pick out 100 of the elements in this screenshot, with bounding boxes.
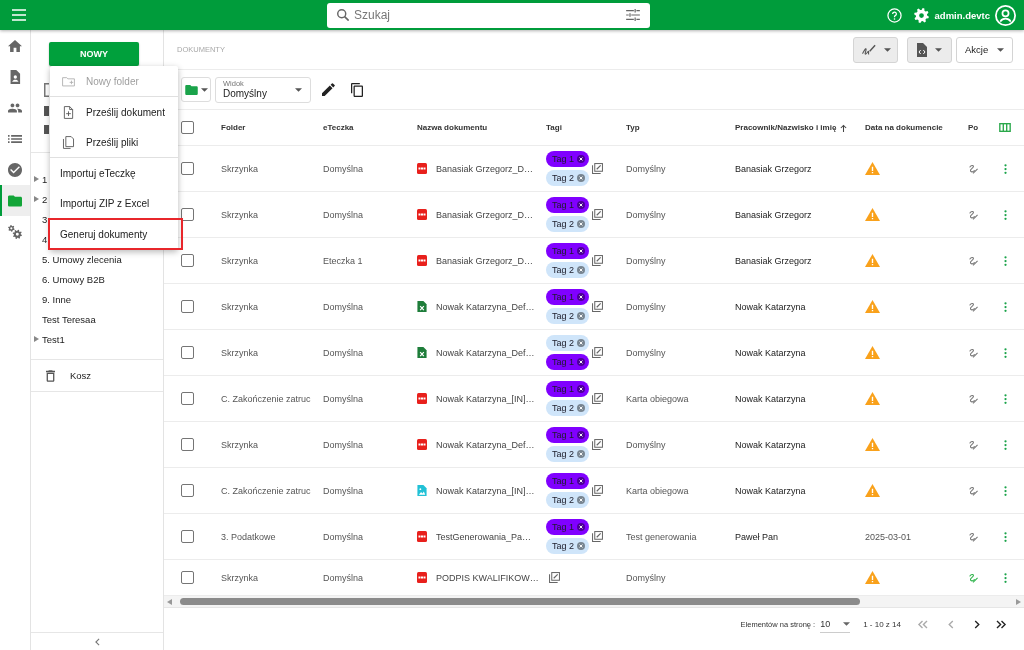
scroll-left-icon[interactable] <box>167 598 172 605</box>
edit-square-icon[interactable] <box>592 163 604 174</box>
menu-item[interactable]: Importuj eTeczkę <box>50 158 178 188</box>
last-page-icon[interactable] <box>996 619 1007 629</box>
signature-icon[interactable] <box>968 163 978 174</box>
menu-icon[interactable] <box>12 9 26 21</box>
tree-item[interactable]: 1 <box>42 173 48 185</box>
tree-item[interactable]: 5. Umowy zlecenia <box>42 253 122 265</box>
checkbox[interactable] <box>181 571 194 584</box>
remove-tag-icon[interactable] <box>577 523 586 531</box>
tag-chip[interactable]: Tag 2 <box>546 308 590 324</box>
signature-icon[interactable] <box>968 485 978 496</box>
nav-button[interactable] <box>0 185 30 216</box>
avatar-icon[interactable] <box>995 4 1016 26</box>
tag-chip[interactable]: Tag 2 <box>546 492 590 508</box>
edit-square-icon[interactable] <box>592 255 604 266</box>
copy-icon[interactable] <box>351 82 363 97</box>
signature-icon[interactable] <box>968 347 978 358</box>
checkbox[interactable] <box>181 254 194 267</box>
tree-item[interactable]: Test1 <box>42 333 65 345</box>
expand-arrow-icon[interactable] <box>34 196 39 202</box>
tag-chip[interactable]: Tag 2 <box>546 446 590 462</box>
actions-dropdown-button[interactable]: Akcje <box>956 36 1013 63</box>
more-icon[interactable] <box>1003 484 1007 497</box>
menu-item[interactable]: Generuj dokumenty <box>48 218 183 250</box>
scrollbar-thumb[interactable] <box>180 598 860 605</box>
document-name[interactable]: TestGenerowania_Pa… <box>436 531 532 542</box>
document-name[interactable]: Banasiak Grzegorz_D… <box>436 255 534 266</box>
remove-tag-icon[interactable] <box>577 155 586 163</box>
tag-chip[interactable]: Tag 2 <box>546 335 590 351</box>
remove-tag-icon[interactable] <box>577 385 586 393</box>
more-icon[interactable] <box>1003 438 1007 451</box>
tag-chip[interactable]: Tag 2 <box>546 538 590 554</box>
tag-chip[interactable]: Tag 2 <box>546 400 590 416</box>
edit-square-icon[interactable] <box>592 347 604 358</box>
remove-tag-icon[interactable] <box>577 293 586 301</box>
remove-tag-icon[interactable] <box>577 201 586 209</box>
edit-square-icon[interactable] <box>549 572 560 583</box>
tag-chip[interactable]: Tag 2 <box>546 216 590 232</box>
edit-square-icon[interactable] <box>592 439 604 450</box>
document-name[interactable]: Banasiak Grzegorz_D… <box>436 209 534 220</box>
edit-square-icon[interactable] <box>592 209 604 220</box>
more-icon[interactable] <box>1003 346 1007 359</box>
collapse-icon[interactable] <box>94 637 100 646</box>
document-name[interactable]: Nowak Katarzyna_Def… <box>436 347 535 358</box>
more-icon[interactable] <box>1003 392 1007 405</box>
columns-icon[interactable] <box>999 123 1011 132</box>
remove-tag-icon[interactable] <box>577 358 586 366</box>
checkbox[interactable] <box>181 162 194 175</box>
signature-icon[interactable] <box>968 301 978 312</box>
expand-arrow-icon[interactable] <box>34 176 39 182</box>
signature-icon[interactable] <box>968 572 978 583</box>
user-name[interactable]: admin.devtc <box>934 9 990 21</box>
tag-chip[interactable]: Tag 2 <box>546 170 590 186</box>
checkbox[interactable] <box>181 300 194 313</box>
page-size-select[interactable]: 10 <box>820 615 851 633</box>
edit-square-icon[interactable] <box>592 485 604 496</box>
signature-icon[interactable] <box>968 531 978 542</box>
checkbox[interactable] <box>181 208 194 221</box>
document-name[interactable]: Banasiak Grzegorz_D… <box>436 163 534 174</box>
folder-dropdown-button[interactable] <box>181 77 211 102</box>
document-name[interactable]: PODPIS KWALIFIKOW… <box>436 572 539 583</box>
edit-square-icon[interactable] <box>592 301 604 312</box>
edit-icon[interactable] <box>322 83 335 96</box>
menu-item[interactable]: Prześlij dokument <box>50 97 178 127</box>
settings-icon[interactable] <box>913 7 929 23</box>
search-field[interactable]: Szukaj <box>327 2 650 28</box>
menu-item[interactable]: Prześlij pliki <box>50 127 178 157</box>
tree-item[interactable]: Test Teresaa <box>42 313 96 325</box>
column-header[interactable]: Tagi <box>546 123 562 132</box>
edit-square-icon[interactable] <box>592 531 604 542</box>
tree-item[interactable]: 3 <box>42 213 48 225</box>
signature-icon[interactable] <box>968 439 978 450</box>
sort-arrow-icon[interactable] <box>840 123 848 132</box>
tree-item[interactable]: 6. Umowy B2B <box>42 273 105 285</box>
trash-item[interactable]: Kosz <box>70 370 92 381</box>
more-icon[interactable] <box>1003 254 1007 267</box>
search-input[interactable]: Szukaj <box>354 6 620 24</box>
document-name[interactable]: Nowak Katarzyna_Def… <box>436 439 535 450</box>
checkbox[interactable] <box>181 121 194 134</box>
export-dropdown-button[interactable] <box>907 36 952 63</box>
remove-tag-icon[interactable] <box>577 247 586 255</box>
tree-item[interactable]: 9. Inne <box>42 293 72 305</box>
scroll-right-icon[interactable] <box>1016 598 1021 605</box>
column-header[interactable]: Data na dokumencie <box>865 123 943 132</box>
remove-tag-icon[interactable] <box>577 431 586 439</box>
more-icon[interactable] <box>1003 530 1007 543</box>
tree-item[interactable]: 2 <box>42 193 48 205</box>
more-icon[interactable] <box>1003 571 1007 584</box>
sidebar-item-icon[interactable] <box>44 83 49 97</box>
signature-icon[interactable] <box>968 393 978 404</box>
tree-item[interactable]: 4 <box>42 233 48 245</box>
document-name[interactable]: Nowak Katarzyna_Def… <box>436 301 535 312</box>
edit-square-icon[interactable] <box>592 393 604 404</box>
signature-icon[interactable] <box>968 209 978 220</box>
more-icon[interactable] <box>1003 162 1007 175</box>
menu-item[interactable]: Importuj ZIP z Excel <box>50 188 178 218</box>
expand-arrow-icon[interactable] <box>34 336 39 342</box>
remove-tag-icon[interactable] <box>577 477 586 485</box>
checkbox[interactable] <box>181 346 194 359</box>
